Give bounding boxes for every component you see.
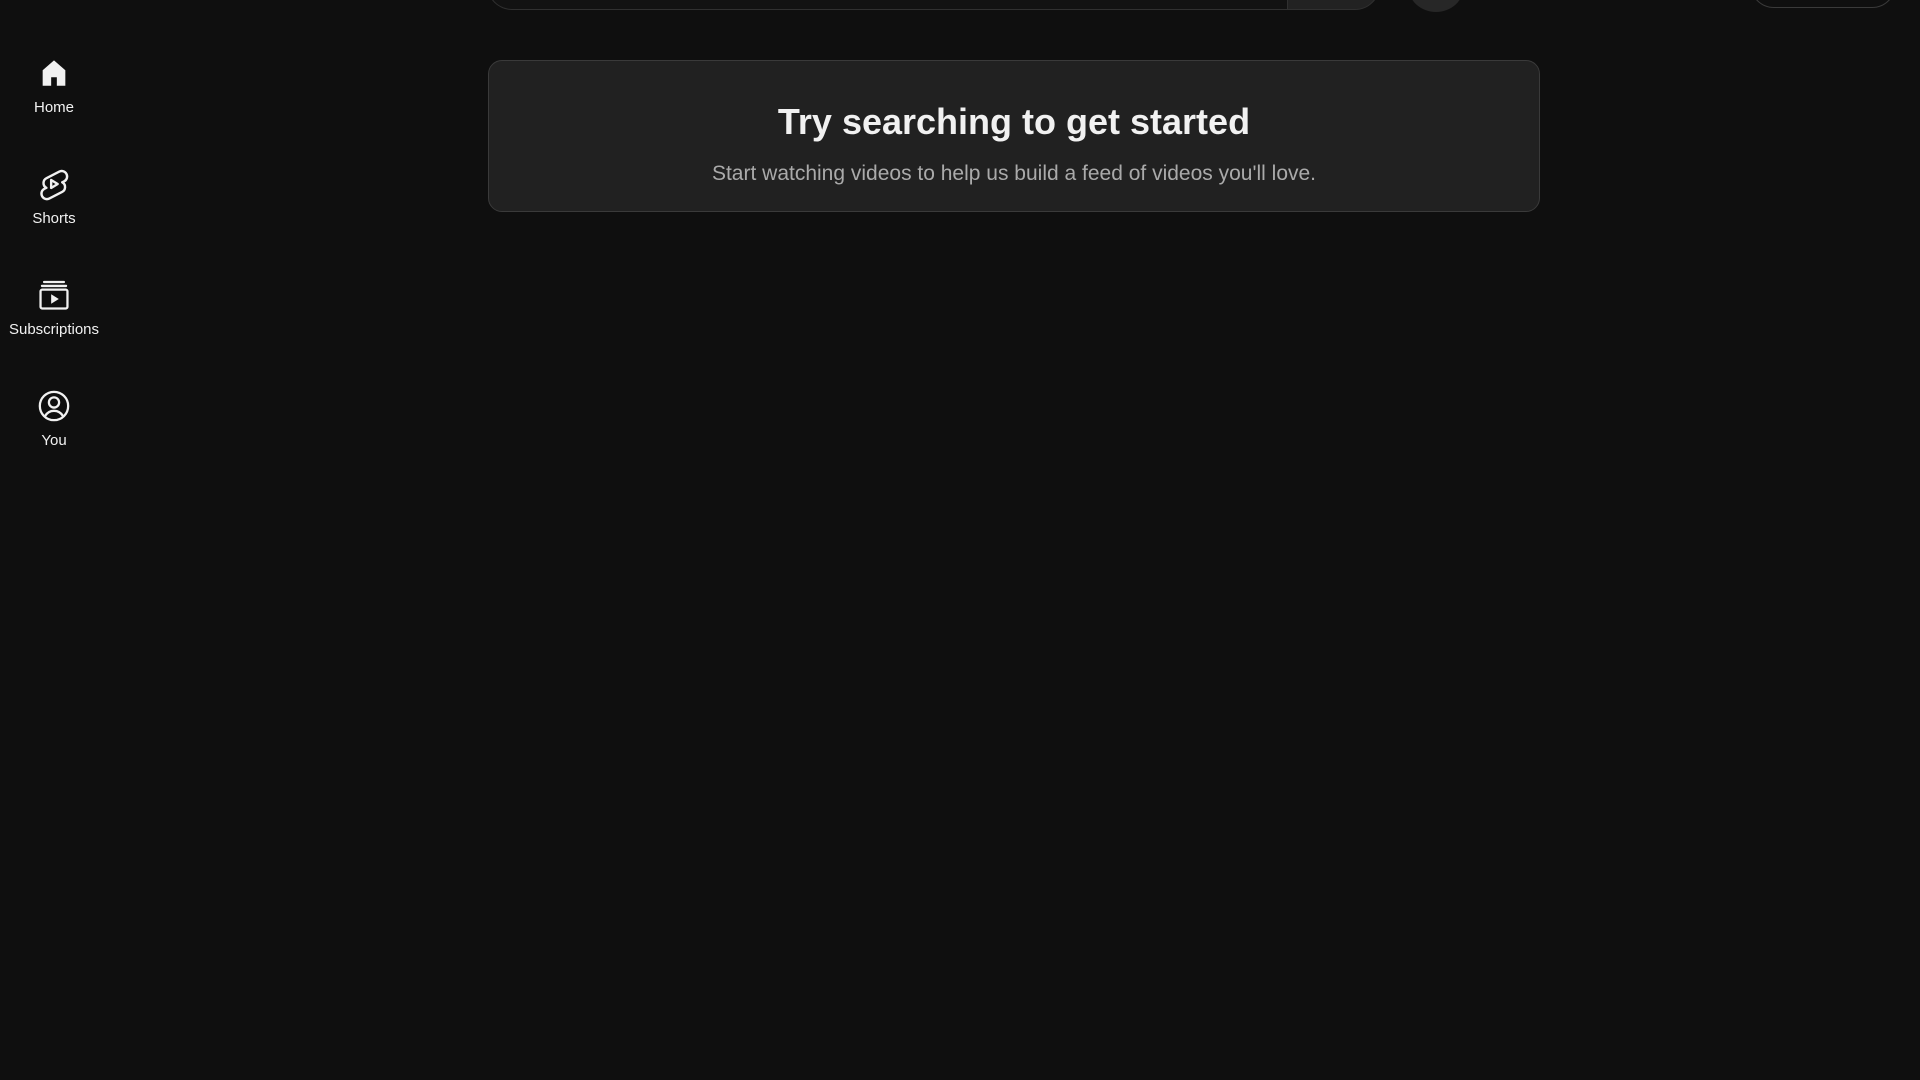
promo-subtitle: Start watching videos to help us build a… <box>711 162 1317 185</box>
feed-nudge-card: Try searching to get started Start watch… <box>488 60 1540 212</box>
sign-in-button[interactable] <box>1750 0 1896 8</box>
guide-item-shorts[interactable]: Shorts <box>4 153 104 264</box>
voice-search-button[interactable] <box>1408 0 1464 12</box>
mini-guide: Home Shorts Subscriptions You <box>4 42 104 486</box>
guide-item-home[interactable]: Home <box>4 42 104 153</box>
search-input[interactable] <box>487 0 1287 10</box>
account-circle-icon <box>35 387 73 425</box>
search-button[interactable] <box>1287 0 1380 10</box>
guide-item-label: Shorts <box>32 210 76 227</box>
app-root: Home Shorts Subscriptions You Try search… <box>0 0 1920 1080</box>
guide-item-you[interactable]: You <box>4 375 104 486</box>
promo-title: Try searching to get started <box>777 101 1251 142</box>
guide-item-label: You <box>41 432 67 449</box>
home-icon <box>35 54 73 92</box>
masthead <box>0 0 1920 12</box>
guide-item-subscriptions[interactable]: Subscriptions <box>4 264 104 375</box>
guide-item-label: Subscriptions <box>8 321 100 338</box>
subscriptions-icon <box>35 276 73 314</box>
guide-item-label: Home <box>33 99 74 116</box>
shorts-icon <box>35 165 73 203</box>
